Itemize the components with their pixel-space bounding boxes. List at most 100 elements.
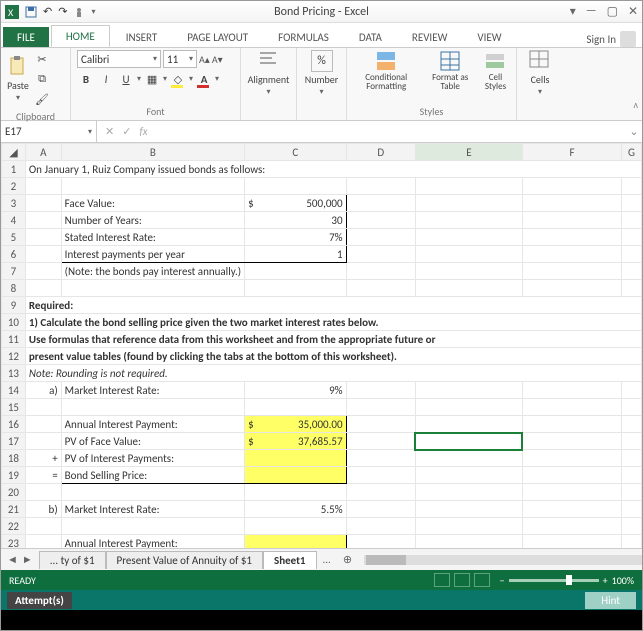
row-header[interactable]: 5: [2, 229, 26, 246]
cell[interactable]: [346, 450, 415, 467]
cells-button[interactable]: Cells ▾: [523, 50, 557, 97]
cell[interactable]: [415, 501, 522, 518]
cell[interactable]: [25, 433, 61, 450]
cell[interactable]: [245, 263, 346, 280]
table-row[interactable]: 16Annual Interest Payment:$35,000.00: [2, 416, 642, 433]
cell[interactable]: [622, 416, 642, 433]
col-header[interactable]: E: [415, 144, 522, 161]
underline-button[interactable]: U: [117, 70, 135, 88]
row-header[interactable]: 23: [2, 535, 26, 549]
cell[interactable]: [522, 450, 621, 467]
cell[interactable]: [245, 535, 346, 549]
cell[interactable]: Interest payments per year: [61, 246, 244, 263]
cell[interactable]: [622, 501, 642, 518]
row-header[interactable]: 6: [2, 246, 26, 263]
table-row[interactable]: 2: [2, 178, 642, 195]
select-all-corner[interactable]: ◢: [2, 144, 26, 161]
cell[interactable]: [61, 518, 244, 535]
row-header[interactable]: 22: [2, 518, 26, 535]
cell[interactable]: [415, 195, 522, 212]
cell[interactable]: [522, 382, 621, 399]
maximize-icon[interactable]: ▢: [607, 4, 618, 19]
cell[interactable]: [522, 263, 621, 280]
row-header[interactable]: 8: [2, 280, 26, 297]
cell[interactable]: [415, 178, 522, 195]
cell[interactable]: b): [25, 501, 61, 518]
save-icon[interactable]: [25, 6, 37, 18]
cell[interactable]: [346, 518, 415, 535]
table-row[interactable]: 3Face Value:$500,000: [2, 195, 642, 212]
cell[interactable]: [25, 535, 61, 549]
close-icon[interactable]: ✕: [628, 4, 638, 19]
name-box[interactable]: E17▾: [1, 121, 97, 142]
ribbon-options-icon[interactable]: ▾: [570, 4, 576, 19]
row-header[interactable]: 15: [2, 399, 26, 416]
page-layout-view-icon[interactable]: [454, 573, 470, 587]
table-row[interactable]: 22: [2, 518, 642, 535]
cell[interactable]: Stated Interest Rate:: [61, 229, 244, 246]
row-header[interactable]: 16: [2, 416, 26, 433]
cell[interactable]: [415, 416, 522, 433]
cell[interactable]: [415, 450, 522, 467]
zoom-slider[interactable]: [509, 579, 599, 582]
cell[interactable]: $37,685.57: [245, 433, 346, 450]
col-header[interactable]: D: [346, 144, 415, 161]
cell[interactable]: [522, 535, 621, 549]
cell[interactable]: [415, 246, 522, 263]
cell[interactable]: [25, 518, 61, 535]
cell[interactable]: [622, 484, 642, 501]
minimize-icon[interactable]: —: [586, 4, 597, 19]
cell[interactable]: Required:: [25, 297, 641, 314]
cell[interactable]: [415, 263, 522, 280]
table-row[interactable]: 1On January 1, Ruiz Company issued bonds…: [2, 161, 642, 178]
cell[interactable]: [622, 178, 642, 195]
table-row[interactable]: 9Required:: [2, 297, 642, 314]
cell[interactable]: $500,000: [245, 195, 346, 212]
table-row[interactable]: 15: [2, 399, 642, 416]
cell[interactable]: [25, 416, 61, 433]
table-row[interactable]: 7(Note: the bonds pay interest annually.…: [2, 263, 642, 280]
cell[interactable]: [622, 229, 642, 246]
cell[interactable]: [245, 467, 346, 484]
row-header[interactable]: 14: [2, 382, 26, 399]
number-button[interactable]: % Number ▾: [303, 50, 340, 97]
format-painter-icon[interactable]: 🖌: [33, 90, 51, 108]
cell[interactable]: Use formulas that reference data from th…: [25, 331, 641, 348]
tab-view[interactable]: VIEW: [463, 27, 515, 47]
cell[interactable]: [346, 433, 415, 450]
tab-review[interactable]: REVIEW: [398, 27, 462, 47]
cell[interactable]: [346, 501, 415, 518]
row-header[interactable]: 19: [2, 467, 26, 484]
cell[interactable]: [61, 178, 244, 195]
row-header[interactable]: 2: [2, 178, 26, 195]
cell[interactable]: [346, 246, 415, 263]
cell[interactable]: [245, 518, 346, 535]
cell[interactable]: (Note: the bonds pay interest annually.): [61, 263, 244, 280]
cell[interactable]: [522, 229, 621, 246]
cell[interactable]: [25, 195, 61, 212]
increase-font-icon[interactable]: A▴: [199, 53, 210, 66]
cell[interactable]: Number of Years:: [61, 212, 244, 229]
cell[interactable]: [522, 246, 621, 263]
cell[interactable]: [245, 178, 346, 195]
sheet-tab[interactable]: ... ty of $1: [39, 551, 106, 569]
cell[interactable]: [346, 416, 415, 433]
row-header[interactable]: 4: [2, 212, 26, 229]
cell[interactable]: Annual Interest Payment:: [61, 535, 244, 549]
cell[interactable]: [522, 433, 621, 450]
expand-formula-bar-icon[interactable]: ⌄: [626, 125, 642, 138]
touch-mode-icon[interactable]: [73, 6, 85, 18]
fx-icon[interactable]: fx: [139, 125, 147, 138]
cell-styles-button[interactable]: Cell Styles: [481, 50, 510, 91]
zoom-control[interactable]: − + 100%: [500, 574, 634, 587]
sheet-prev-icon[interactable]: ◄: [7, 553, 18, 566]
row-header[interactable]: 3: [2, 195, 26, 212]
qat-dropdown-icon[interactable]: ▾: [91, 7, 95, 17]
sheet-tab[interactable]: Present Value of Annuity of $1: [106, 551, 263, 569]
cell[interactable]: [522, 280, 621, 297]
undo-icon[interactable]: ↶: [43, 5, 52, 18]
zoom-out-icon[interactable]: −: [500, 574, 505, 587]
cell[interactable]: [245, 399, 346, 416]
table-row[interactable]: 18+PV of Interest Payments:: [2, 450, 642, 467]
cell[interactable]: [346, 178, 415, 195]
